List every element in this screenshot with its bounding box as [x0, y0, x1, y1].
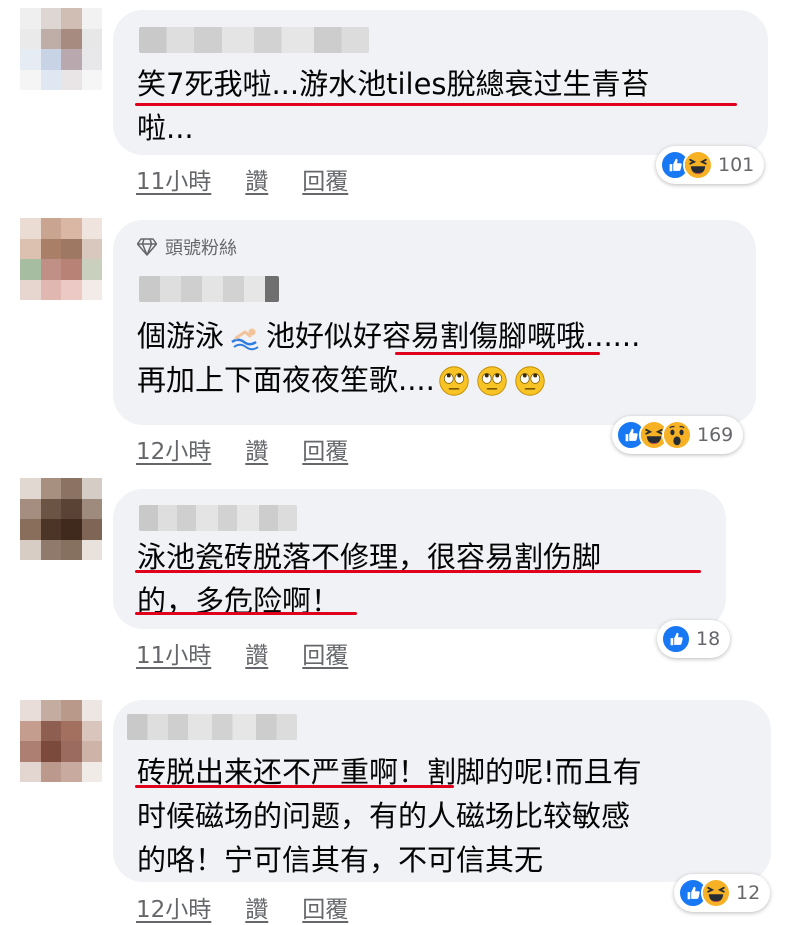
comment-actions: 12小時 讚 回覆 — [136, 432, 348, 466]
avatar[interactable] — [20, 478, 102, 560]
author-name[interactable] — [127, 714, 297, 740]
comment-actions: 11小時 讚 回覆 — [136, 636, 348, 670]
eye-roll-emoji — [477, 366, 507, 396]
highlight-underline — [395, 352, 600, 355]
eye-roll-emoji — [439, 366, 469, 396]
like-button[interactable]: 讚 — [245, 643, 268, 669]
wow-reaction-icon — [662, 420, 692, 450]
comment-actions: 11小時 讚 回覆 — [136, 162, 348, 196]
reaction-summary[interactable]: 18 — [657, 620, 731, 658]
reply-button[interactable]: 回覆 — [302, 169, 348, 195]
reaction-count: 169 — [697, 424, 734, 446]
like-button[interactable]: 讚 — [245, 897, 268, 923]
comment-text: 笑7死我啦...游水池tiles脫總衰过生青苔 啦... — [137, 67, 650, 145]
author-name[interactable] — [139, 276, 279, 302]
reaction-summary[interactable]: 169 — [612, 416, 744, 454]
haha-reaction-icon — [701, 878, 731, 908]
diamond-icon — [137, 238, 157, 256]
comment-bubble: 頭號粉絲 個游泳 池好似好容易割傷腳嘅哦...... 再加上下面夜夜笙歌.... — [113, 220, 756, 425]
reaction-count: 12 — [736, 882, 761, 904]
reaction-summary[interactable]: 12 — [674, 874, 771, 912]
highlight-underline — [135, 785, 454, 788]
comment-bubble: 泳池瓷砖脱落不修理，很容易割伤脚 的，多危险啊！ — [113, 489, 726, 629]
author-name[interactable] — [139, 27, 369, 53]
avatar[interactable] — [20, 218, 102, 300]
author-name[interactable] — [139, 505, 297, 531]
swimmer-emoji — [231, 328, 259, 351]
reaction-summary[interactable]: 101 — [656, 146, 765, 184]
comment-bubble: 砖脱出来还不严重啊！割脚的呢!而且有 时候磁场的问题，有的人磁场比较敏感 的咯！… — [113, 700, 771, 882]
reaction-count: 101 — [718, 154, 755, 176]
reply-button[interactable]: 回覆 — [302, 439, 348, 465]
badge-label: 頭號粉絲 — [165, 238, 237, 259]
top-fan-badge: 頭號粉絲 — [137, 234, 237, 260]
reply-button[interactable]: 回覆 — [302, 643, 348, 669]
like-reaction-icon — [661, 624, 691, 654]
timestamp-link[interactable]: 12小時 — [136, 439, 211, 465]
haha-reaction-icon — [683, 150, 713, 180]
comment-text: 個游泳 池好似好容易割傷腳嘅哦...... 再加上下面夜夜笙歌.... — [137, 319, 641, 397]
highlight-underline — [135, 612, 357, 615]
highlight-underline — [135, 103, 737, 106]
eye-roll-emoji — [515, 366, 545, 396]
avatar[interactable] — [20, 700, 102, 782]
like-button[interactable]: 讚 — [245, 439, 268, 465]
timestamp-link[interactable]: 12小時 — [136, 897, 211, 923]
reaction-count: 18 — [696, 628, 721, 650]
comment-text: 泳池瓷砖脱落不修理，很容易割伤脚 的，多危险啊！ — [137, 540, 602, 618]
comment-actions: 12小時 讚 回覆 — [136, 890, 348, 924]
highlight-underline — [135, 570, 701, 573]
avatar[interactable] — [20, 8, 102, 90]
comment-bubble: 笑7死我啦...游水池tiles脫總衰过生青苔 啦... — [113, 10, 768, 155]
timestamp-link[interactable]: 11小時 — [136, 643, 211, 669]
like-button[interactable]: 讚 — [245, 169, 268, 195]
comment-text: 砖脱出来还不严重啊！割脚的呢!而且有 时候磁场的问题，有的人磁场比较敏感 的咯！… — [137, 755, 642, 877]
timestamp-link[interactable]: 11小時 — [136, 169, 211, 195]
reply-button[interactable]: 回覆 — [302, 897, 348, 923]
